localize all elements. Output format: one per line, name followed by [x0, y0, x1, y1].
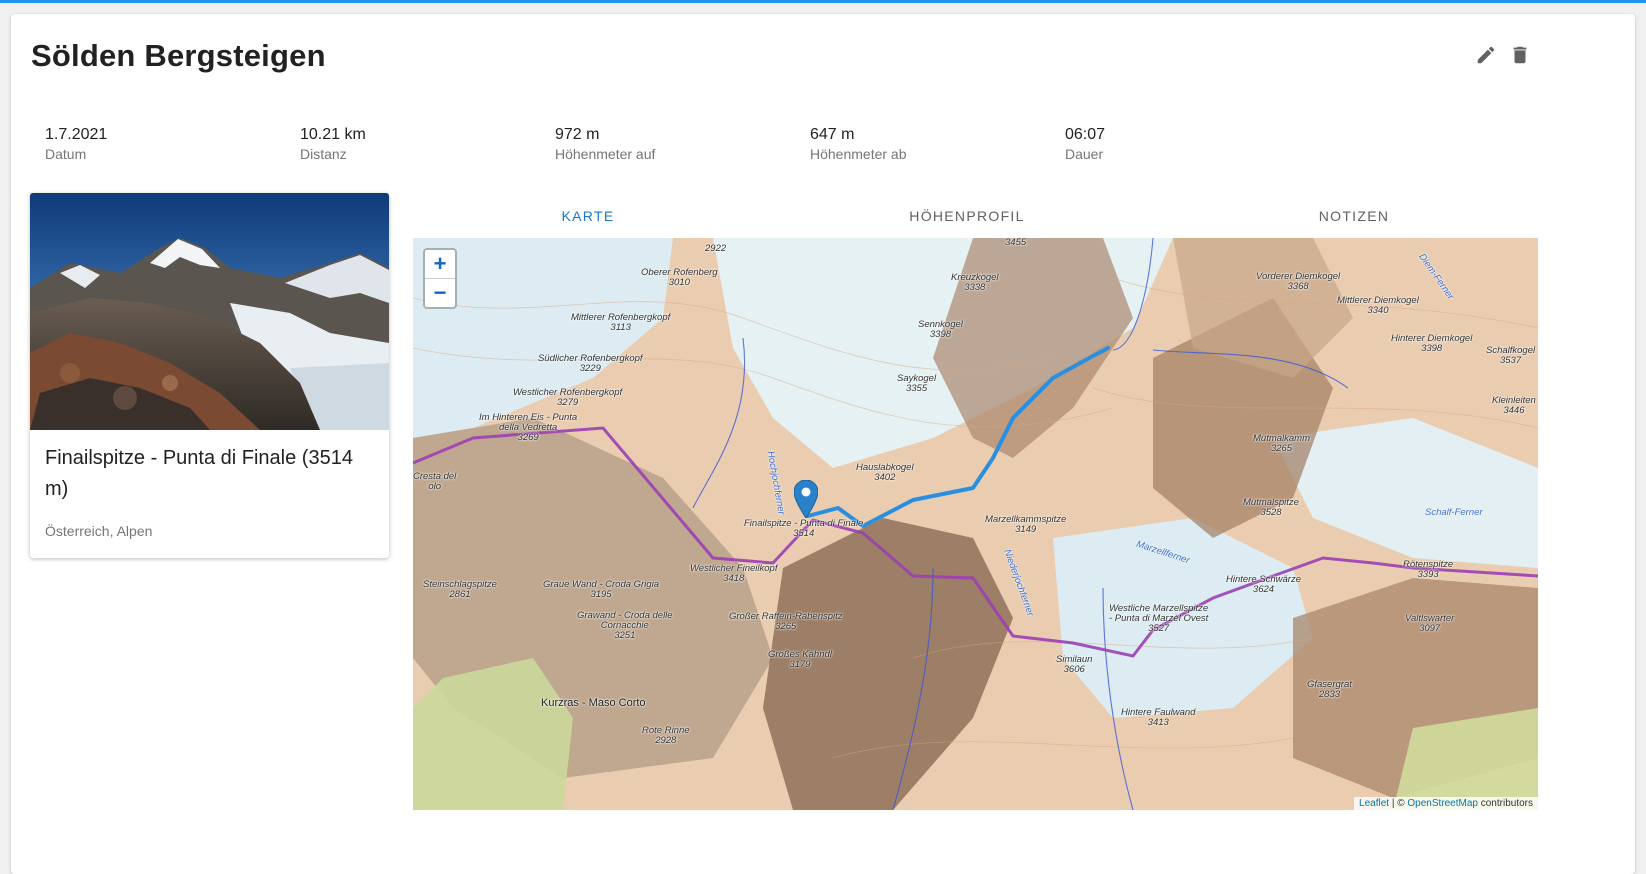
zoom-control: + −: [423, 248, 457, 309]
map-pin-icon[interactable]: [794, 480, 818, 518]
edit-button[interactable]: [1471, 40, 1501, 70]
zoom-in-button[interactable]: +: [425, 250, 455, 278]
stat-date: 1.7.2021 Datum: [45, 126, 107, 163]
map-label: Similaun 3606: [1056, 654, 1093, 675]
tab-elevation-profile[interactable]: HÖHENPROFIL: [792, 204, 1142, 240]
trash-icon: [1513, 46, 1527, 64]
map-label: Graue Wand - Croda Grigia 3195: [543, 579, 659, 600]
map-label: Steinschlagspitze 2861: [423, 579, 497, 600]
map-label: Valtlswarter 3097: [1405, 613, 1455, 634]
map-label: Hintere Schwärze 3624: [1226, 574, 1301, 595]
map-label: Oberer Rofenberg 3010: [641, 267, 718, 288]
stat-value: 06:07: [1065, 126, 1106, 143]
map-label: Cresta del olo: [413, 471, 457, 492]
map-label: 2922: [705, 243, 727, 254]
osm-link[interactable]: OpenStreetMap: [1407, 798, 1478, 809]
zoom-out-button[interactable]: −: [425, 278, 455, 307]
stat-value: 10.21 km: [300, 126, 366, 143]
map-label: Finailspitze - Punta di Finale 3514: [744, 518, 864, 539]
stat-distance: 10.21 km Distanz: [300, 126, 366, 163]
map-label: Hinterer Diemkogel 3398: [1391, 333, 1473, 354]
map-label: Kreuzkogel 3338: [951, 272, 999, 293]
stat-ascent: 972 m Höhenmeter auf: [555, 126, 655, 163]
stat-duration: 06:07 Dauer: [1065, 126, 1105, 163]
map-label: Grawand - Croda delle Cornacchie 3251: [577, 610, 673, 641]
map-label: Großer Raffein-Rabenspitz 3265: [729, 611, 843, 632]
tab-map[interactable]: KARTE: [413, 204, 763, 240]
stat-label: Dauer: [1065, 146, 1104, 162]
attribution-suffix: contributors: [1477, 798, 1533, 809]
map-label-town: Kurzras - Maso Corto: [541, 697, 646, 709]
map-label: Marzellkammspitze 3149: [985, 514, 1067, 535]
summit-card[interactable]: Finailspitze - Punta di Finale (3514 m) …: [30, 193, 389, 558]
map-label: Im Hinteren Eis - Punta della Vedretta 326…: [479, 412, 578, 443]
stat-label: Distanz: [300, 146, 347, 162]
leaflet-link[interactable]: Leaflet: [1359, 798, 1389, 809]
stat-label: Höhenmeter ab: [810, 146, 907, 162]
stat-descent: 647 m Höhenmeter ab: [810, 126, 907, 163]
stat-value: 647 m: [810, 126, 855, 143]
map-label: Kleinleiten 3446: [1492, 395, 1536, 416]
pencil-icon: [1477, 46, 1495, 64]
map-label: Rötenspitze 3393: [1403, 559, 1454, 580]
map-label: Westlicher Fineilkopf 3418: [690, 563, 778, 584]
map-label: Saykogel 3355: [897, 373, 937, 394]
tour-title: Sölden Bergsteigen: [31, 38, 326, 73]
map-label: Westlicher Rofenbergkopf 3279: [513, 387, 623, 408]
map-label: Sennkogel 3398: [918, 319, 963, 340]
tab-bar: KARTE HÖHENPROFIL NOTIZEN: [413, 204, 1537, 242]
map-label: Südlicher Rofenbergkopf 3229: [538, 353, 643, 374]
map-label: Hauslabkogel 3402: [856, 462, 914, 483]
map-label: Mutmalkamm 3265: [1253, 433, 1311, 454]
summit-region: Österreich, Alpen: [45, 523, 153, 539]
stat-value: 1.7.2021: [45, 126, 108, 143]
map-label: Schalfkogel 3537: [1486, 345, 1536, 366]
map-label: Gfasergrat 2833: [1307, 679, 1352, 700]
tab-notes[interactable]: NOTIZEN: [1179, 204, 1529, 240]
stat-label: Datum: [45, 146, 87, 162]
delete-button[interactable]: [1505, 40, 1535, 70]
map-label: Mutmalspitze 3528: [1243, 497, 1299, 518]
map-attribution: Leaflet | © OpenStreetMap contributors: [1354, 797, 1538, 810]
map-label: Mittlerer Diemkogel 3340: [1337, 295, 1419, 316]
top-progress-line: [0, 0, 1646, 3]
map-label: Rote Rinne 2928: [642, 725, 690, 746]
attribution-separator: | ©: [1389, 798, 1408, 809]
map-label: 3455: [1005, 238, 1027, 248]
summit-photo: [30, 193, 389, 430]
tour-detail-card: Sölden Bergsteigen 1.7.2021 Datum 10.21 …: [11, 14, 1635, 874]
summit-name: Finailspitze - Punta di Finale (3514 m): [45, 447, 353, 500]
map-label: Hintere Faulwand 3413: [1121, 707, 1196, 728]
map-label: Mittlerer Rofenbergkopf 3113: [571, 312, 671, 333]
map-label-glacier: Schalf-Ferner: [1425, 507, 1483, 518]
stat-value: 972 m: [555, 126, 600, 143]
stat-label: Höhenmeter auf: [555, 146, 656, 162]
map-label: Westliche Marzellspitze - Punta di Marzèl…: [1109, 603, 1209, 634]
map-label: Großes Kahndl 3179: [768, 649, 832, 670]
map-view[interactable]: 2922 Oberer Rofenberg 3010 Mittlerer Rofe…: [413, 238, 1538, 810]
map-label: Vorderer Diemkogel 3368: [1256, 271, 1341, 292]
